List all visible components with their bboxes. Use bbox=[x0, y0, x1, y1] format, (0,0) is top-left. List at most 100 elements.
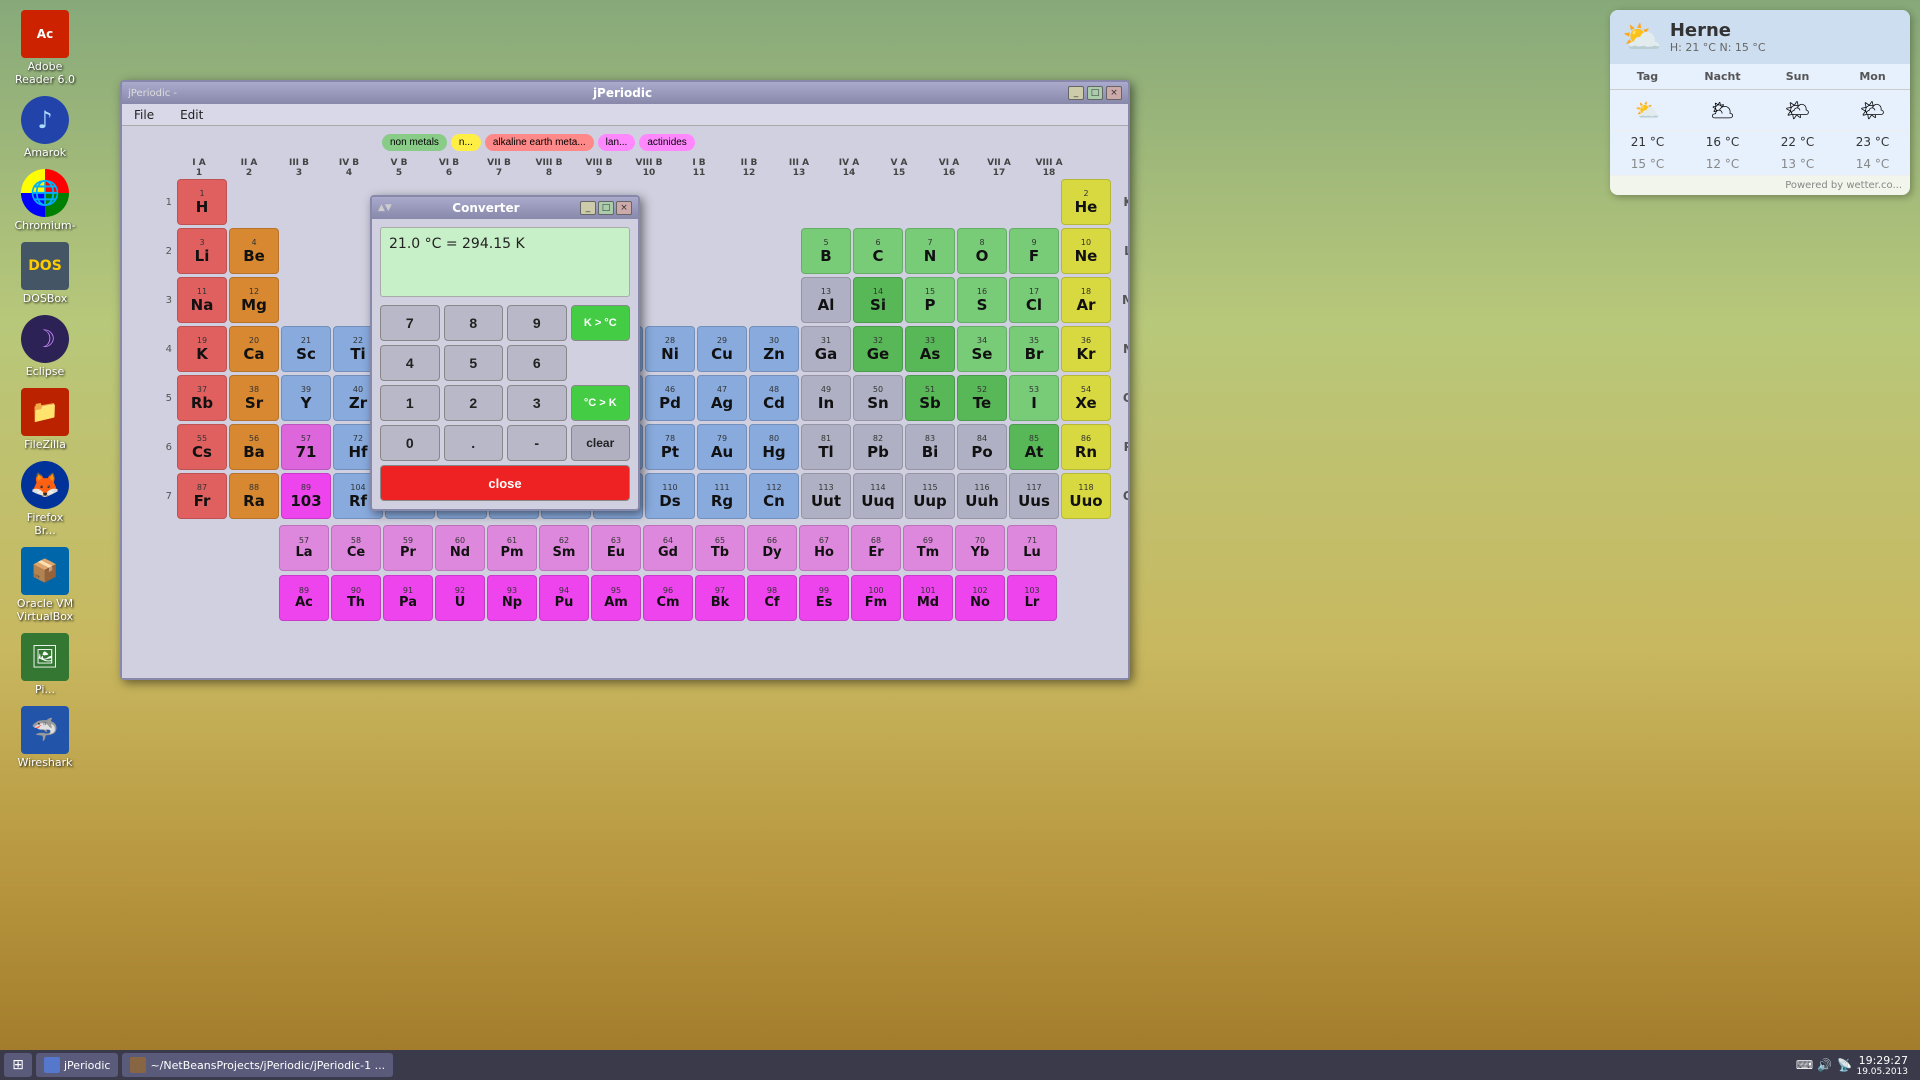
key-9[interactable]: 9 bbox=[507, 305, 567, 341]
desktop-icon-virtualbox[interactable]: 📦 Oracle VMVirtualBox bbox=[5, 547, 85, 623]
key-0[interactable]: 0 bbox=[380, 425, 440, 461]
element-F[interactable]: 9F bbox=[1009, 228, 1059, 274]
element-B[interactable]: 5B bbox=[801, 228, 851, 274]
element-Bi[interactable]: 83Bi bbox=[905, 424, 955, 470]
element-Yb[interactable]: 70Yb bbox=[955, 525, 1005, 571]
converter-min-btn[interactable]: _ bbox=[580, 201, 596, 215]
element-Cs[interactable]: 55Cs bbox=[177, 424, 227, 470]
element-Uus[interactable]: 117Uus bbox=[1009, 473, 1059, 519]
minimize-button[interactable]: _ bbox=[1068, 86, 1084, 100]
element-Ac[interactable]: 89Ac bbox=[279, 575, 329, 621]
element-Tb[interactable]: 65Tb bbox=[695, 525, 745, 571]
element-Y[interactable]: 39Y bbox=[281, 375, 331, 421]
element-Ce[interactable]: 58Ce bbox=[331, 525, 381, 571]
tab-actinides[interactable]: actinides bbox=[639, 134, 694, 151]
element-Br[interactable]: 35Br bbox=[1009, 326, 1059, 372]
desktop-icon-wireshark[interactable]: 🦈 Wireshark bbox=[5, 706, 85, 769]
element-U[interactable]: 92U bbox=[435, 575, 485, 621]
element-Pd[interactable]: 46Pd bbox=[645, 375, 695, 421]
element-Fm[interactable]: 100Fm bbox=[851, 575, 901, 621]
tab-non-metals[interactable]: non metals bbox=[382, 134, 447, 151]
element-Sr[interactable]: 38Sr bbox=[229, 375, 279, 421]
key-neg[interactable]: - bbox=[507, 425, 567, 461]
element-Si[interactable]: 14Si bbox=[853, 277, 903, 323]
element-Li[interactable]: 3Li bbox=[177, 228, 227, 274]
converter-max-btn[interactable]: □ bbox=[598, 201, 614, 215]
key-ktoc[interactable]: K > °C bbox=[571, 305, 631, 341]
element-Se[interactable]: 34Se bbox=[957, 326, 1007, 372]
element-Lr[interactable]: 103Lr bbox=[1007, 575, 1057, 621]
element-Fr[interactable]: 87Fr bbox=[177, 473, 227, 519]
clear-button[interactable]: clear bbox=[571, 425, 631, 461]
desktop-icon-firefox[interactable]: 🦊 FirefoxBr... bbox=[5, 461, 85, 537]
desktop-icon-dosbox[interactable]: DOS DOSBox bbox=[5, 242, 85, 305]
taskbar-item-netbeans[interactable]: ~/NetBeansProjects/jPeriodic/jPeriodic-1… bbox=[122, 1053, 393, 1077]
element-Lu[interactable]: 71Lu bbox=[1007, 525, 1057, 571]
element-Ge[interactable]: 32Ge bbox=[853, 326, 903, 372]
element-C[interactable]: 6C bbox=[853, 228, 903, 274]
key-6[interactable]: 6 bbox=[507, 345, 567, 381]
element-Am[interactable]: 95Am bbox=[591, 575, 641, 621]
key-3[interactable]: 3 bbox=[507, 385, 567, 421]
element-Cu[interactable]: 29Cu bbox=[697, 326, 747, 372]
key-5[interactable]: 5 bbox=[444, 345, 504, 381]
element-In[interactable]: 49In bbox=[801, 375, 851, 421]
converter-close-btn[interactable]: × bbox=[616, 201, 632, 215]
key-dot[interactable]: . bbox=[444, 425, 504, 461]
element-I[interactable]: 53I bbox=[1009, 375, 1059, 421]
menu-edit[interactable]: Edit bbox=[172, 106, 211, 124]
element-Th[interactable]: 90Th bbox=[331, 575, 381, 621]
key-7[interactable]: 7 bbox=[380, 305, 440, 341]
element-Cl[interactable]: 17Cl bbox=[1009, 277, 1059, 323]
element-Ni[interactable]: 28Ni bbox=[645, 326, 695, 372]
element-Ca[interactable]: 20Ca bbox=[229, 326, 279, 372]
element-Cf[interactable]: 98Cf bbox=[747, 575, 797, 621]
element-Ho[interactable]: 67Ho bbox=[799, 525, 849, 571]
element-Sn[interactable]: 50Sn bbox=[853, 375, 903, 421]
element-Nd[interactable]: 60Nd bbox=[435, 525, 485, 571]
element-Na[interactable]: 11Na bbox=[177, 277, 227, 323]
element-Cn[interactable]: 112Cn bbox=[749, 473, 799, 519]
tab-alkaline[interactable]: alkaline earth meta... bbox=[485, 134, 594, 151]
element-Ar[interactable]: 18Ar bbox=[1061, 277, 1111, 323]
element-Bk[interactable]: 97Bk bbox=[695, 575, 745, 621]
element-Rg[interactable]: 111Rg bbox=[697, 473, 747, 519]
element-No[interactable]: 102No bbox=[955, 575, 1005, 621]
element-Pm[interactable]: 61Pm bbox=[487, 525, 537, 571]
element-Pu[interactable]: 94Pu bbox=[539, 575, 589, 621]
element-Dy[interactable]: 66Dy bbox=[747, 525, 797, 571]
element-Md[interactable]: 101Md bbox=[903, 575, 953, 621]
element-Zn[interactable]: 30Zn bbox=[749, 326, 799, 372]
element-Pt[interactable]: 78Pt bbox=[645, 424, 695, 470]
element-At[interactable]: 85At bbox=[1009, 424, 1059, 470]
element-H[interactable]: 1H bbox=[177, 179, 227, 225]
element-Kr[interactable]: 36Kr bbox=[1061, 326, 1111, 372]
element-P[interactable]: 15P bbox=[905, 277, 955, 323]
element-Es[interactable]: 99Es bbox=[799, 575, 849, 621]
element-He[interactable]: 2He bbox=[1061, 179, 1111, 225]
key-2[interactable]: 2 bbox=[444, 385, 504, 421]
element-Er[interactable]: 68Er bbox=[851, 525, 901, 571]
element-Te[interactable]: 52Te bbox=[957, 375, 1007, 421]
element-K[interactable]: 19K bbox=[177, 326, 227, 372]
desktop-icon-eclipse[interactable]: ☽ Eclipse bbox=[5, 315, 85, 378]
element-O[interactable]: 8O bbox=[957, 228, 1007, 274]
element-Pr[interactable]: 59Pr bbox=[383, 525, 433, 571]
element-N[interactable]: 7N bbox=[905, 228, 955, 274]
tab-lanthanides[interactable]: lan... bbox=[598, 134, 636, 151]
element-Pb[interactable]: 82Pb bbox=[853, 424, 903, 470]
element-Uuo[interactable]: 118Uuo bbox=[1061, 473, 1111, 519]
key-1[interactable]: 1 bbox=[380, 385, 440, 421]
element-Sb[interactable]: 51Sb bbox=[905, 375, 955, 421]
element-Cd[interactable]: 48Cd bbox=[749, 375, 799, 421]
desktop-icon-pic[interactable]: 🖼 Pi... bbox=[5, 633, 85, 696]
desktop-icon-adobe[interactable]: Ac AdobeReader 6.0 bbox=[5, 10, 85, 86]
menu-file[interactable]: File bbox=[126, 106, 162, 124]
element-Hg[interactable]: 80Hg bbox=[749, 424, 799, 470]
tab-noble[interactable]: n... bbox=[451, 134, 481, 151]
element-Xe[interactable]: 54Xe bbox=[1061, 375, 1111, 421]
desktop-icon-chromium[interactable]: 🌐 Chromium- bbox=[5, 169, 85, 232]
element-Tm[interactable]: 69Tm bbox=[903, 525, 953, 571]
element-Be[interactable]: 4Be bbox=[229, 228, 279, 274]
element-Ag[interactable]: 47Ag bbox=[697, 375, 747, 421]
